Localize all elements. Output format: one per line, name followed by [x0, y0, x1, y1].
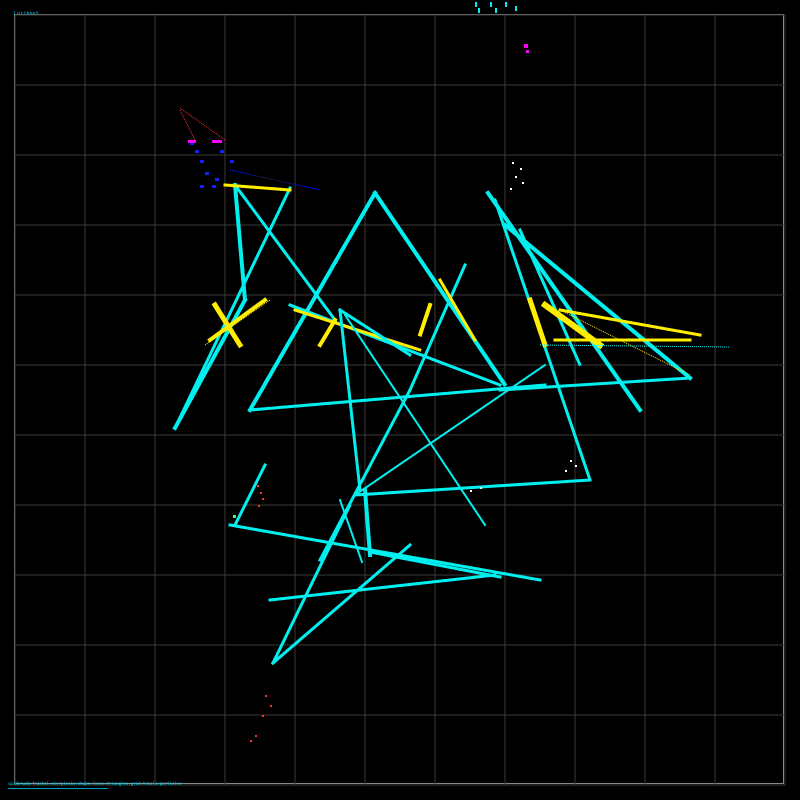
stroke-segment	[232, 462, 268, 528]
dot	[188, 140, 196, 143]
dot	[526, 50, 529, 53]
status-text: spiderweb+fractal+sierpinski+shape+lines…	[8, 781, 182, 786]
drawing-canvas[interactable]: Lorikeet spiderweb+fractal+sierpinski+sh…	[0, 0, 800, 800]
dot	[524, 44, 528, 48]
stroke-segment	[353, 478, 592, 497]
dot	[515, 6, 517, 11]
dot	[565, 470, 567, 472]
dot	[260, 492, 262, 494]
background-grid	[14, 14, 786, 786]
stroke-segment	[228, 523, 542, 582]
dot	[478, 8, 480, 13]
stroke-segment	[232, 182, 338, 323]
dot	[212, 140, 222, 143]
stroke-segment	[417, 302, 433, 338]
dot	[520, 168, 522, 170]
dot	[205, 172, 209, 175]
status-underline	[8, 788, 108, 789]
dot	[212, 185, 216, 188]
stroke-segment	[372, 190, 508, 388]
stroke-segment	[337, 307, 413, 358]
dot	[258, 505, 260, 507]
dot	[495, 8, 497, 13]
dot	[480, 487, 482, 489]
dot	[262, 498, 264, 500]
dot	[255, 735, 257, 737]
dot	[230, 160, 234, 163]
dot	[515, 176, 517, 178]
dot	[265, 695, 267, 697]
thin-segment	[179, 109, 197, 143]
stroke-segment	[270, 502, 353, 666]
stroke-segment	[498, 376, 692, 392]
stroke-segment	[317, 317, 338, 348]
dot	[233, 515, 236, 518]
dot	[575, 465, 577, 467]
thin-segment	[539, 344, 731, 348]
dot	[270, 705, 272, 707]
dot	[522, 182, 524, 184]
dot	[505, 2, 507, 7]
dot	[570, 460, 572, 462]
dot	[220, 150, 224, 153]
artwork	[14, 2, 786, 786]
stroke-segment	[172, 185, 293, 431]
dot	[200, 160, 204, 163]
dot	[195, 150, 199, 153]
dot	[475, 2, 477, 7]
stroke-segment	[338, 498, 364, 564]
dot	[200, 185, 204, 188]
dot	[257, 485, 259, 487]
dot	[512, 162, 514, 164]
dot	[262, 715, 264, 717]
thin-segment	[179, 107, 226, 141]
dot	[250, 740, 252, 742]
stroke-segment	[353, 363, 547, 497]
dot	[215, 178, 219, 181]
dot	[490, 2, 492, 7]
stroke-segment	[362, 487, 373, 558]
stroke-segment	[247, 190, 378, 413]
stroke-segment	[268, 573, 497, 602]
line-art	[172, 2, 731, 742]
stroke-segment	[485, 190, 643, 413]
dot	[510, 188, 512, 190]
stroke-segment	[293, 308, 422, 352]
dot	[470, 490, 472, 492]
